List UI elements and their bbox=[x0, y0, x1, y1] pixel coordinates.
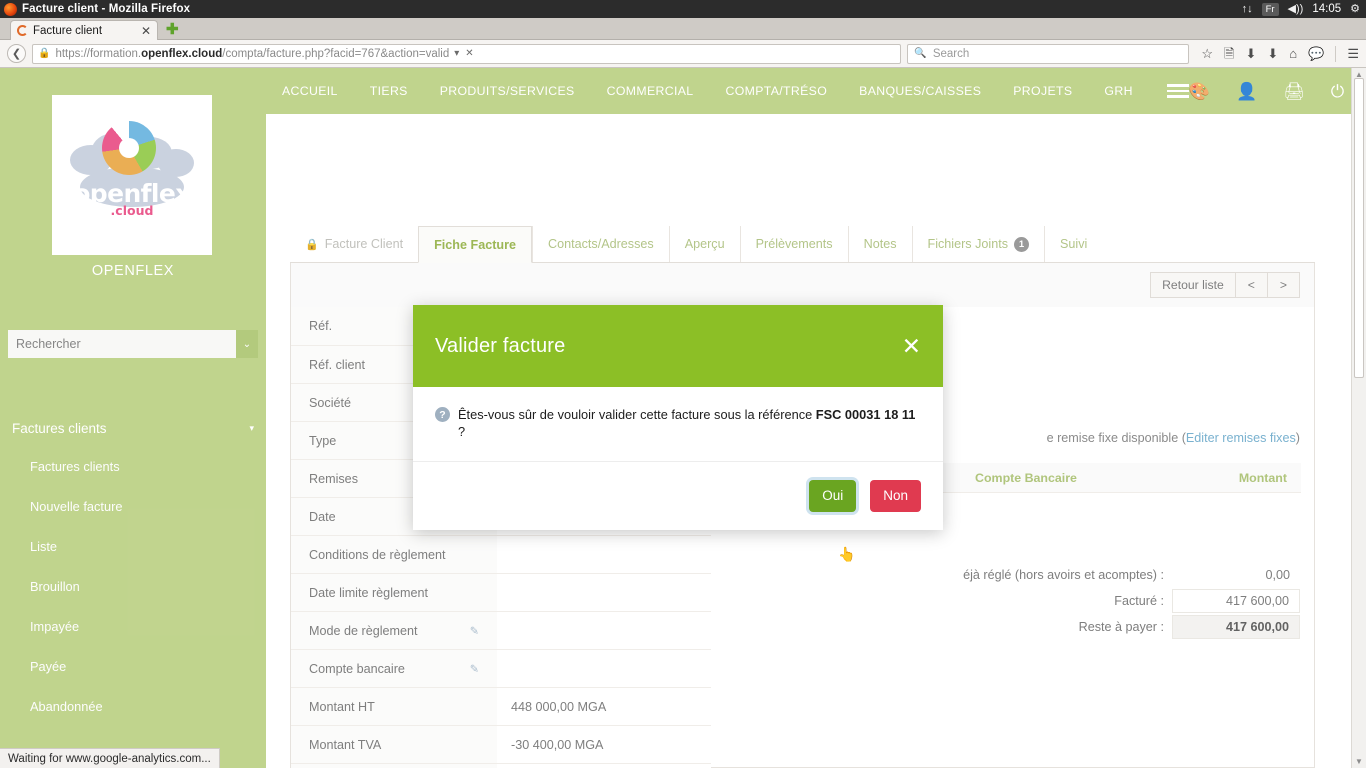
browser-tab-strip: Facture client ✕ ✚ bbox=[0, 18, 1366, 40]
question-icon: ? bbox=[435, 407, 450, 422]
dialog-footer: Oui Non bbox=[413, 462, 943, 530]
toolbar-divider bbox=[1335, 45, 1337, 62]
browser-tab[interactable]: Facture client ✕ bbox=[10, 20, 158, 40]
url-domain: openflex.cloud bbox=[141, 47, 223, 60]
new-tab-button[interactable]: ✚ bbox=[166, 22, 179, 37]
search-icon: 🔍 bbox=[914, 48, 927, 59]
keyboard-layout-indicator[interactable]: Fr bbox=[1261, 2, 1279, 16]
search-placeholder: Search bbox=[932, 47, 970, 60]
pocket-icon[interactable]: ⬇ bbox=[1245, 47, 1256, 60]
confirm-button[interactable]: Oui bbox=[809, 479, 857, 512]
sync-icon[interactable]: 💬 bbox=[1308, 47, 1324, 60]
cancel-button[interactable]: Non bbox=[870, 479, 921, 512]
tab-label: Facture client bbox=[33, 24, 103, 37]
url-scheme: https://formation. bbox=[55, 47, 142, 60]
back-button[interactable]: ❮ bbox=[7, 44, 26, 63]
url-text: https://formation.openflex.cloud/compta/… bbox=[55, 48, 449, 60]
library-icon[interactable]: 🗎 bbox=[1224, 47, 1234, 60]
browser-navigation-bar: ❮ 🔒 https://formation.openflex.cloud/com… bbox=[0, 40, 1366, 68]
close-icon[interactable]: ✕ bbox=[902, 334, 921, 358]
page-viewport: openflex .cloud OPENFLEX ⌄ Factures clie… bbox=[0, 68, 1366, 768]
window-title: Facture client - Mozilla Firefox bbox=[22, 3, 191, 15]
system-tray: ↑↓ Fr ◀)) 14:05 ⚙ bbox=[1242, 0, 1360, 18]
dialog-header: Valider facture ✕ bbox=[413, 305, 943, 387]
firefox-icon bbox=[4, 3, 17, 16]
dialog-message: Êtes-vous sûr de vouloir valider cette f… bbox=[458, 406, 921, 441]
network-icon[interactable]: ↑↓ bbox=[1242, 0, 1253, 18]
address-bar[interactable]: 🔒 https://formation.openflex.cloud/compt… bbox=[32, 43, 902, 64]
lock-icon: 🔒 bbox=[38, 48, 51, 59]
home-icon[interactable]: ⌂ bbox=[1289, 47, 1297, 60]
valider-facture-dialog: Valider facture ✕ ? Êtes-vous sûr de vou… bbox=[413, 305, 943, 530]
chevron-down-icon[interactable]: ▾ bbox=[454, 48, 459, 59]
volume-icon[interactable]: ◀)) bbox=[1288, 0, 1304, 18]
star-icon[interactable]: ☆ bbox=[1201, 47, 1213, 60]
browser-toolbar-icons: ☆ 🗎 ⬇ ⬇ ⌂ 💬 ☰ bbox=[1195, 45, 1359, 62]
stop-icon[interactable]: ✕ bbox=[465, 48, 473, 59]
dialog-body: ? Êtes-vous sûr de vouloir valider cette… bbox=[413, 387, 943, 462]
clock[interactable]: 14:05 bbox=[1312, 0, 1341, 18]
browser-status-bar: Waiting for www.google-analytics.com... bbox=[0, 748, 220, 768]
download-icon[interactable]: ⬇ bbox=[1267, 47, 1278, 60]
message-before: Êtes-vous sûr de vouloir valider cette f… bbox=[458, 407, 816, 422]
menu-icon[interactable]: ☰ bbox=[1347, 47, 1359, 60]
gear-icon[interactable]: ⚙ bbox=[1350, 0, 1360, 18]
url-path: /compta/facture.php?facid=767&action=val… bbox=[222, 47, 450, 60]
os-top-bar: Facture client - Mozilla Firefox ↑↓ Fr ◀… bbox=[0, 0, 1366, 18]
invoice-reference: FSC 00031 18 11 bbox=[815, 407, 916, 422]
message-after: ? bbox=[458, 424, 466, 440]
close-icon[interactable]: ✕ bbox=[141, 25, 151, 37]
tab-favicon-icon bbox=[17, 25, 28, 36]
dialog-title: Valider facture bbox=[435, 334, 566, 357]
browser-search-box[interactable]: 🔍 Search bbox=[907, 43, 1190, 64]
